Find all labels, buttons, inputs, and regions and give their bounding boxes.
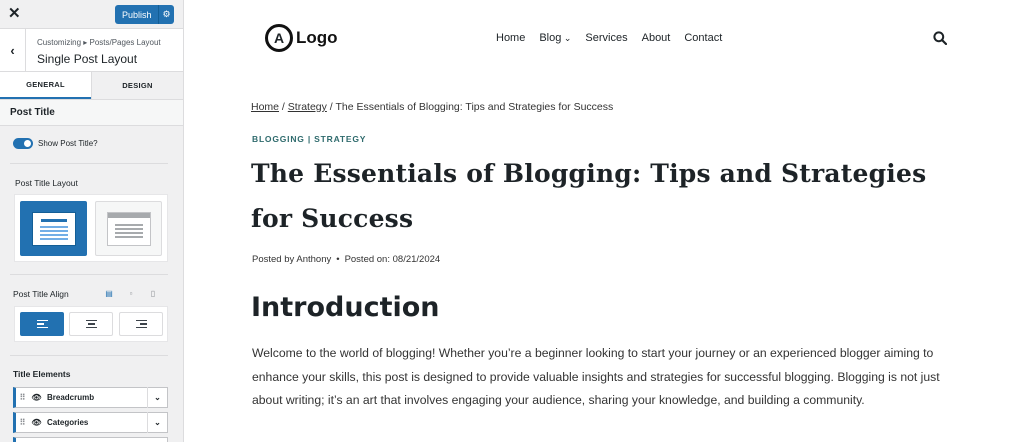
mobile-icon[interactable]: ▯	[148, 289, 158, 298]
layout-option-normal[interactable]	[20, 201, 87, 256]
layout-fullwidth-icon	[106, 211, 151, 246]
show-title-control: Show Post Title?	[13, 138, 98, 149]
align-right-button[interactable]	[119, 312, 163, 336]
nav-item-services[interactable]: Services	[585, 32, 627, 44]
post-title: The Essentials of Blogging: Tips and Str…	[251, 159, 927, 233]
layout-label: Post Title Layout	[15, 178, 78, 188]
post-date: Posted on: 08/21/2024	[344, 254, 441, 265]
main-nav: Home Blog Services About Contact	[496, 32, 722, 44]
align-center-icon	[85, 319, 97, 329]
element-row-next[interactable]	[13, 437, 168, 442]
post-author: Posted by Anthony	[252, 254, 332, 265]
align-right-icon	[135, 319, 147, 329]
breadcrumb-separator: /	[279, 101, 288, 113]
align-left-icon	[36, 319, 48, 329]
element-row-categories[interactable]: ⠿ 👁 Categories ⌄	[13, 412, 168, 433]
post-breadcrumb: Home / Strategy / The Essentials of Blog…	[251, 101, 613, 113]
chevron-left-icon: ‹	[10, 43, 15, 58]
panel-header: ‹ Customizing ▸ Posts/Pages Layout Singl…	[0, 29, 183, 72]
logo-mark: A	[265, 24, 293, 52]
layout-normal-icon	[31, 211, 76, 246]
desktop-icon[interactable]: ▤	[104, 289, 114, 298]
nav-item-about[interactable]: About	[642, 32, 671, 44]
breadcrumb-current: The Essentials of Blogging: Tips and Str…	[335, 101, 614, 113]
nav-item-contact[interactable]: Contact	[684, 32, 722, 44]
post-categories[interactable]: BLOGGING | STRATEGY	[252, 134, 366, 144]
post-meta: Posted by Anthony • Posted on: 08/21/2024	[252, 254, 440, 265]
back-button[interactable]: ‹	[0, 29, 26, 72]
title-layout-options	[14, 194, 168, 262]
align-left-button[interactable]	[20, 312, 64, 336]
publish-label: Publish	[122, 9, 152, 20]
section-heading: Introduction	[251, 292, 440, 323]
divider	[10, 163, 168, 164]
search-icon[interactable]	[933, 31, 947, 45]
element-label: Breadcrumb	[47, 393, 95, 402]
device-switcher: ▤ ▫ ▯	[104, 289, 158, 298]
tablet-icon[interactable]: ▫	[126, 289, 136, 298]
logo-text: Logo	[296, 28, 338, 47]
publish-button[interactable]: Publish ⚙	[115, 5, 174, 24]
section-title: Post Title	[0, 100, 183, 126]
breadcrumb-category-link[interactable]: Strategy	[288, 101, 327, 113]
nav-item-blog[interactable]: Blog	[539, 32, 571, 44]
element-row-breadcrumb[interactable]: ⠿ 👁 Breadcrumb ⌄	[13, 387, 168, 408]
layout-option-fullwidth[interactable]	[95, 201, 162, 256]
site-preview: A Logo Home Blog Services About Contact …	[185, 0, 1024, 442]
eye-icon[interactable]: 👁	[28, 418, 45, 427]
divider	[10, 355, 168, 356]
site-logo[interactable]: A Logo	[265, 24, 338, 52]
align-center-button[interactable]	[69, 312, 113, 336]
tab-design[interactable]: DESIGN	[91, 72, 183, 99]
show-title-label: Show Post Title?	[38, 139, 98, 148]
customizer-sidebar: ✕ Publish ⚙ ‹ Customizing ▸ Posts/Pages …	[0, 0, 184, 442]
tab-general[interactable]: GENERAL	[0, 72, 91, 99]
customizer-topbar: ✕ Publish ⚙	[0, 0, 183, 29]
breadcrumb-home-link[interactable]: Home	[251, 101, 279, 113]
elements-label: Title Elements	[13, 369, 71, 379]
intro-paragraph: Welcome to the world of blogging! Whethe…	[252, 346, 940, 407]
eye-icon[interactable]: 👁	[28, 393, 45, 402]
gear-icon[interactable]: ⚙	[158, 5, 174, 24]
show-title-toggle[interactable]	[13, 138, 33, 149]
drag-handle-icon[interactable]: ⠿	[16, 393, 28, 402]
chevron-down-icon[interactable]: ⌄	[147, 412, 167, 433]
meta-separator: •	[336, 254, 340, 265]
align-label: Post Title Align	[13, 289, 69, 299]
close-icon[interactable]: ✕	[8, 5, 21, 23]
element-label: Categories	[47, 418, 89, 427]
chevron-down-icon[interactable]: ⌄	[147, 387, 167, 408]
panel-tabs: GENERAL DESIGN	[0, 72, 183, 100]
panel-breadcrumb: Customizing ▸ Posts/Pages Layout	[37, 38, 161, 47]
panel-title: Single Post Layout	[37, 52, 138, 66]
nav-item-home[interactable]: Home	[496, 32, 525, 44]
drag-handle-icon[interactable]: ⠿	[16, 418, 28, 427]
divider	[10, 274, 168, 275]
title-align-options	[14, 306, 168, 342]
